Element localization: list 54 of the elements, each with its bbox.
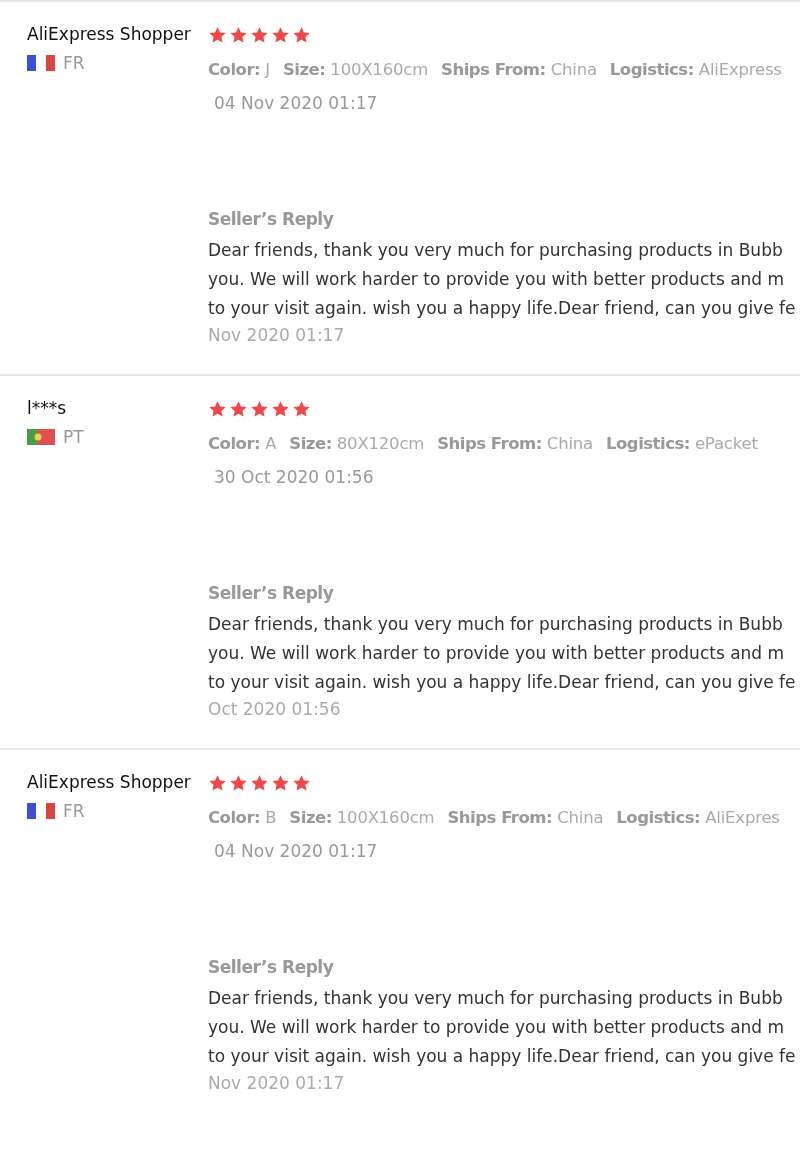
star-icon: [292, 400, 311, 419]
star-icon: [229, 400, 248, 419]
product-attribute: Size: 100X160cm: [289, 808, 435, 827]
reply-date: Oct 2020 01:56: [208, 699, 342, 719]
reply-text-line: you. We will work harder to provide you with better products and m: [208, 643, 786, 664]
reply-heading: Seller’s Reply: [208, 583, 335, 603]
star-icon: [250, 774, 269, 793]
reply-text-line: you. We will work harder to provide you with better products and m: [208, 1017, 786, 1038]
star-icon: [229, 26, 248, 45]
product-attribute: Size: 100X160cm: [282, 60, 428, 79]
reply-text-line: Dear friends, thank you very much for purchasing products in Bubb: [208, 988, 784, 1009]
reply-text-line: to your visit again. wish you a happy life.Dear friend, can you give fe: [208, 298, 797, 319]
flag-icon: [27, 55, 55, 71]
country-code: FR: [63, 53, 85, 73]
star-icon: [229, 774, 248, 793]
star-icon: [250, 400, 269, 419]
star-icon: [250, 26, 269, 45]
country-code: FR: [63, 801, 85, 821]
review-date: 04 Nov 2020 01:17: [214, 841, 379, 861]
star-icon: [208, 400, 227, 419]
star-icon: [292, 26, 311, 45]
product-attribute: Color: B: [208, 808, 277, 827]
product-attribute: Ships From: China: [437, 434, 593, 453]
reply-text-line: you. We will work harder to provide you with better products and m: [208, 269, 786, 290]
reply-text-line: Dear friends, thank you very much for purchasing products in Bubb: [208, 614, 784, 635]
product-attribute: Ships From: China: [441, 60, 597, 79]
reply-text-line: Dear friends, thank you very much for purchasing products in Bubb: [208, 240, 784, 261]
star-icon: [271, 774, 290, 793]
star-icon: [292, 774, 311, 793]
reviewer-name: l***s: [27, 398, 68, 418]
product-attribute: Logistics: AliExpres: [616, 808, 780, 827]
flag-icon: [27, 803, 55, 819]
reply-heading: Seller’s Reply: [208, 957, 335, 977]
product-attribute: Ships From: China: [447, 808, 604, 827]
product-attribute: Logistics: ePacket: [606, 434, 758, 453]
product-attribute: Color: J: [208, 60, 270, 79]
reply-heading: Seller’s Reply: [208, 209, 335, 229]
country-code: PT: [63, 427, 84, 447]
star-icon: [271, 26, 290, 45]
reply-date: Nov 2020 01:17: [208, 1073, 346, 1093]
product-attribute: Logistics: AliExpress: [609, 60, 782, 79]
product-attribute: Size: 80X120cm: [289, 434, 425, 453]
reviewer-name: AliExpress Shopper: [27, 24, 192, 44]
flag-icon: [27, 429, 55, 445]
reply-text-line: to your visit again. wish you a happy life.Dear friend, can you give fe: [208, 1046, 797, 1067]
review-date: 30 Oct 2020 01:56: [214, 467, 375, 487]
star-icon: [208, 774, 227, 793]
reply-text-line: to your visit again. wish you a happy life.Dear friend, can you give fe: [208, 672, 797, 693]
review-date: 04 Nov 2020 01:17: [214, 93, 379, 113]
product-attribute: Color: A: [208, 434, 277, 453]
reply-date: Nov 2020 01:17: [208, 325, 346, 345]
star-icon: [271, 400, 290, 419]
star-icon: [208, 26, 227, 45]
reviewer-name: AliExpress Shopper: [27, 772, 192, 792]
